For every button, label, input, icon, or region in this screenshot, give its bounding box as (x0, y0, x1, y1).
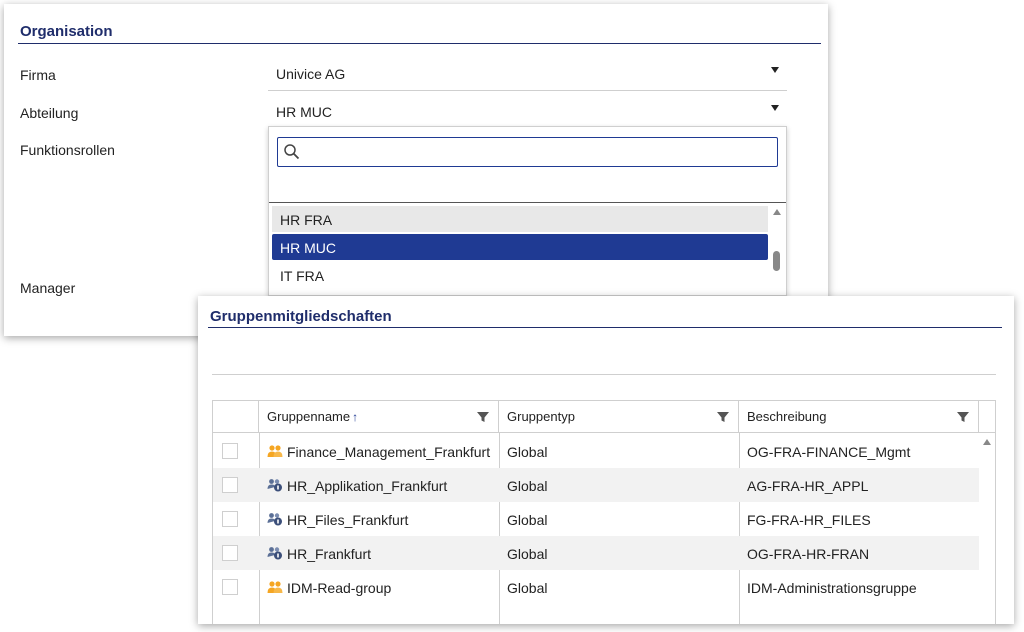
header-gruppentyp-label: Gruppentyp (507, 409, 575, 424)
table-header: Gruppenname ↑ Gruppentyp Beschreibung (213, 401, 995, 433)
dropdown-scrollbar[interactable] (768, 203, 786, 295)
table-scrollbar[interactable] (979, 433, 995, 624)
scroll-up-icon[interactable] (773, 209, 781, 215)
group-name-cell: Finance_Management_Frankfurt (259, 434, 498, 468)
chevron-down-icon (771, 105, 779, 111)
filter-icon[interactable] (716, 410, 730, 424)
organisation-title-rule (18, 43, 821, 44)
group-name: Finance_Management_Frankfurt (287, 444, 491, 460)
abteilung-select[interactable]: HR MUC (268, 95, 787, 129)
table-row[interactable]: HR_Frankfurt Global OG-FRA-HR-FRAN (213, 536, 981, 570)
dropdown-option-it-fra[interactable]: IT FRA (272, 262, 768, 288)
group-type: Global (507, 546, 548, 562)
firma-select[interactable]: Univice AG (268, 57, 787, 91)
group-type: Global (507, 444, 548, 460)
row-checkbox[interactable] (222, 511, 238, 527)
group-type: Global (507, 512, 548, 528)
group-name: HR_Frankfurt (287, 546, 372, 562)
group-membership-title-rule (208, 327, 1002, 328)
group-description: OG-FRA-HR-FRAN (747, 546, 870, 562)
group-name-cell: HR_Frankfurt (259, 536, 379, 570)
scroll-up-icon[interactable] (983, 439, 991, 445)
security-group-icon (267, 479, 282, 492)
funktionsrollen-label: Funktionsrollen (20, 142, 115, 158)
group-name: HR_Applikation_Frankfurt (287, 478, 448, 494)
firma-value: Univice AG (276, 66, 346, 82)
group-name-cell: HR_Applikation_Frankfurt (259, 468, 455, 502)
header-gruppenname-label: Gruppenname (267, 409, 351, 424)
row-checkbox[interactable] (222, 477, 238, 493)
organisation-title: Organisation (20, 23, 113, 40)
filter-icon[interactable] (956, 410, 970, 424)
header-beschreibung-label: Beschreibung (747, 409, 827, 424)
table-row[interactable]: IDM-Read-group Global IDM-Administration… (213, 570, 981, 604)
scrollbar-thumb[interactable] (773, 251, 780, 271)
firma-label: Firma (20, 67, 56, 83)
header-beschreibung[interactable]: Beschreibung (739, 401, 979, 433)
abteilung-value: HR MUC (276, 104, 332, 120)
org-group-icon (267, 445, 283, 457)
group-description: FG-FRA-HR_FILES (747, 512, 871, 528)
dropdown-option-hr-fra[interactable]: HR FRA (272, 206, 768, 232)
group-type: Global (507, 478, 548, 494)
table-row[interactable]: HR_Files_Frankfurt Global FG-FRA-HR_FILE… (213, 502, 981, 536)
security-group-icon (267, 547, 282, 560)
abteilung-dropdown: HR FRA HR MUC IT FRA (268, 126, 787, 296)
org-group-icon (267, 581, 283, 593)
group-name-cell: IDM-Read-group (259, 570, 399, 604)
group-name: HR_Files_Frankfurt (287, 512, 409, 528)
header-select-column[interactable] (213, 401, 259, 433)
group-membership-title: Gruppenmitgliedschaften (210, 308, 392, 325)
group-type: Global (507, 580, 548, 596)
sort-ascending-icon: ↑ (352, 410, 359, 424)
group-name-cell: HR_Files_Frankfurt (259, 502, 416, 536)
dropdown-option-list: HR FRA HR MUC IT FRA (269, 203, 768, 295)
dropdown-option-hr-muc[interactable]: HR MUC (272, 234, 768, 260)
table-row[interactable]: Finance_Management_Frankfurt Global OG-F… (213, 434, 981, 468)
toolbar-separator (212, 374, 996, 375)
row-checkbox[interactable] (222, 443, 238, 459)
header-gruppentyp[interactable]: Gruppentyp (499, 401, 739, 433)
dropdown-search-field[interactable] (277, 137, 778, 167)
header-gruppenname[interactable]: Gruppenname ↑ (259, 401, 499, 433)
abteilung-label: Abteilung (20, 105, 79, 121)
group-membership-panel: Gruppenmitgliedschaften Gruppenname ↑ Gru… (198, 296, 1014, 624)
group-description: IDM-Administrationsgruppe (747, 580, 917, 596)
row-checkbox[interactable] (222, 545, 238, 561)
group-description: AG-FRA-HR_APPL (747, 478, 869, 494)
manager-label: Manager (20, 280, 76, 296)
dropdown-search-input[interactable] (304, 140, 774, 164)
filter-icon[interactable] (476, 410, 490, 424)
chevron-down-icon (771, 67, 779, 73)
group-name: IDM-Read-group (287, 580, 392, 596)
group-description: OG-FRA-FINANCE_Mgmt (747, 444, 911, 460)
group-table: Gruppenname ↑ Gruppentyp Beschreibung Fi… (212, 400, 996, 624)
row-checkbox[interactable] (222, 579, 238, 595)
security-group-icon (267, 513, 282, 526)
search-icon (283, 143, 301, 161)
table-row[interactable]: HR_Applikation_Frankfurt Global AG-FRA-H… (213, 468, 981, 502)
